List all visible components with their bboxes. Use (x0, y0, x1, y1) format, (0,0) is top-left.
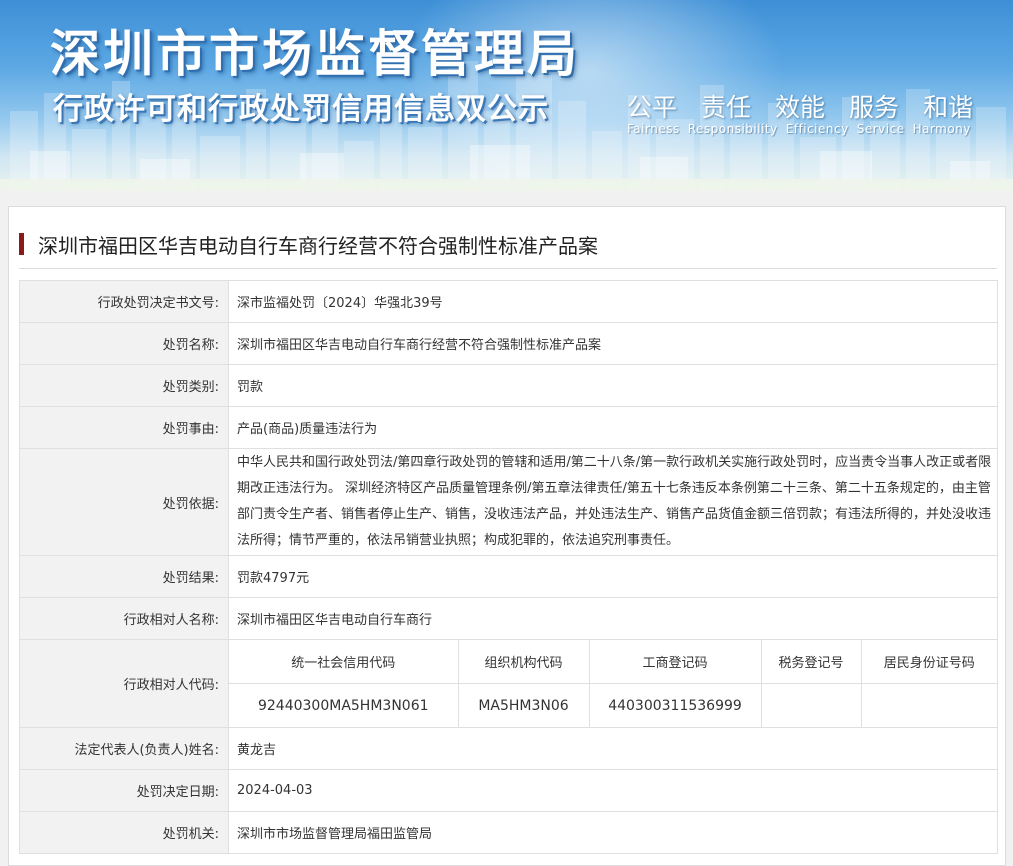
slogan-cn-item: 公平 (627, 93, 678, 122)
code-header: 组织机构代码 (457, 640, 590, 684)
slogan-cn-item: 效能 (775, 93, 826, 122)
code-value-row: 92440300MA5HM3N061 MA5HM3N06 44030031153… (229, 683, 997, 727)
authority-value: 深圳市市场监督管理局福田监管局 (228, 811, 998, 854)
slogan-en-list: Fairness Responsibility Efficiency Servi… (627, 122, 971, 136)
banner-subtitle: 行政许可和行政处罚信用信息双公示 (53, 92, 549, 127)
case-detail-card: 深圳市福田区华吉电动自行车商行经营不符合强制性标准产品案 行政处罚决定书文号: … (8, 206, 1006, 866)
decision-number-value: 深市监福处罚〔2024〕华强北39号 (228, 280, 998, 323)
case-info-table: 行政处罚决定书文号: 深市监福处罚〔2024〕华强北39号 处罚名称: 深圳市福… (19, 280, 998, 854)
field-label: 处罚结果: (19, 555, 229, 598)
credit-code-value: 92440300MA5HM3N061 (229, 683, 459, 727)
slogan-cn-item: 和谐 (923, 93, 974, 122)
code-header: 统一社会信用代码 (229, 640, 459, 684)
table-row: 法定代表人(负责人)姓名: 黄龙吉 (19, 727, 998, 770)
header-banner: 深圳市市场监督管理局 行政许可和行政处罚信用信息双公示 公平 责任 效能 服务 … (0, 0, 1013, 191)
table-row: 行政相对人名称: 深圳市福田区华吉电动自行车商行 (19, 597, 998, 640)
decision-date-value: 2024-04-03 (228, 769, 998, 812)
field-label: 行政相对人名称: (19, 597, 229, 640)
slogan-en-item: Efficiency (785, 122, 849, 136)
table-row: 处罚决定日期: 2024-04-03 (19, 769, 998, 812)
table-row: 行政相对人代码: 统一社会信用代码 组织机构代码 工商登记码 税务登记号 居民身… (19, 639, 998, 728)
slogan-cn-list: 公平 责任 效能 服务 和谐 (627, 88, 973, 124)
code-header-row: 统一社会信用代码 组织机构代码 工商登记码 税务登记号 居民身份证号码 (229, 640, 997, 684)
counterpart-code-cell: 统一社会信用代码 组织机构代码 工商登记码 税务登记号 居民身份证号码 9244… (228, 639, 998, 728)
penalty-type-value: 罚款 (228, 364, 998, 407)
slogan-cn-item: 服务 (849, 93, 900, 122)
business-reg-value: 440300311536999 (588, 683, 762, 727)
table-row: 行政处罚决定书文号: 深市监福处罚〔2024〕华强北39号 (19, 280, 998, 323)
slogan-en-item: Harmony (912, 122, 971, 136)
page-title: 深圳市福田区华吉电动自行车商行经营不符合强制性标准产品案 (38, 234, 598, 258)
penalty-basis-value: 中华人民共和国行政处罚法/第四章行政处罚的管辖和适用/第二十八条/第一款行政机关… (228, 448, 998, 556)
table-row: 处罚依据: 中华人民共和国行政处罚法/第四章行政处罚的管辖和适用/第二十八条/第… (19, 448, 998, 556)
field-label: 处罚类别: (19, 364, 229, 407)
table-row: 处罚名称: 深圳市福田区华吉电动自行车商行经营不符合强制性标准产品案 (19, 322, 998, 365)
field-label: 行政处罚决定书文号: (19, 280, 229, 323)
field-label: 处罚事由: (19, 406, 229, 449)
counterpart-name-value: 深圳市福田区华吉电动自行车商行 (228, 597, 998, 640)
penalty-name-value: 深圳市福田区华吉电动自行车商行经营不符合强制性标准产品案 (228, 322, 998, 365)
penalty-result-value: 罚款4797元 (228, 555, 998, 598)
counterpart-code-table: 统一社会信用代码 组织机构代码 工商登记码 税务登记号 居民身份证号码 9244… (229, 640, 997, 727)
field-label: 行政相对人代码: (19, 639, 229, 728)
field-label: 处罚名称: (19, 322, 229, 365)
penalty-reason-value: 产品(商品)质量违法行为 (228, 406, 998, 449)
code-header: 工商登记码 (588, 640, 762, 684)
code-header: 税务登记号 (760, 640, 862, 684)
org-code-value: MA5HM3N06 (457, 683, 590, 727)
code-header: 居民身份证号码 (860, 640, 997, 684)
title-accent-bar (19, 233, 24, 255)
field-label: 处罚依据: (19, 448, 229, 556)
table-row: 处罚结果: 罚款4797元 (19, 555, 998, 598)
slogan-en-item: Fairness (627, 122, 680, 136)
case-title-bar: 深圳市福田区华吉电动自行车商行经营不符合强制性标准产品案 (19, 227, 997, 269)
field-label: 处罚机关: (19, 811, 229, 854)
table-row: 处罚类别: 罚款 (19, 364, 998, 407)
field-label: 法定代表人(负责人)姓名: (19, 727, 229, 770)
legal-rep-value: 黄龙吉 (228, 727, 998, 770)
id-number-value (860, 683, 997, 727)
table-row: 处罚事由: 产品(商品)质量违法行为 (19, 406, 998, 449)
slogan-en-item: Responsibility (687, 122, 778, 136)
slogan-cn-item: 责任 (701, 93, 752, 122)
slogan-en-item: Service (856, 122, 905, 136)
banner-title: 深圳市市场监督管理局 (50, 25, 580, 83)
tax-reg-value (760, 683, 862, 727)
table-row: 处罚机关: 深圳市市场监督管理局福田监管局 (19, 811, 998, 854)
field-label: 处罚决定日期: (19, 769, 229, 812)
